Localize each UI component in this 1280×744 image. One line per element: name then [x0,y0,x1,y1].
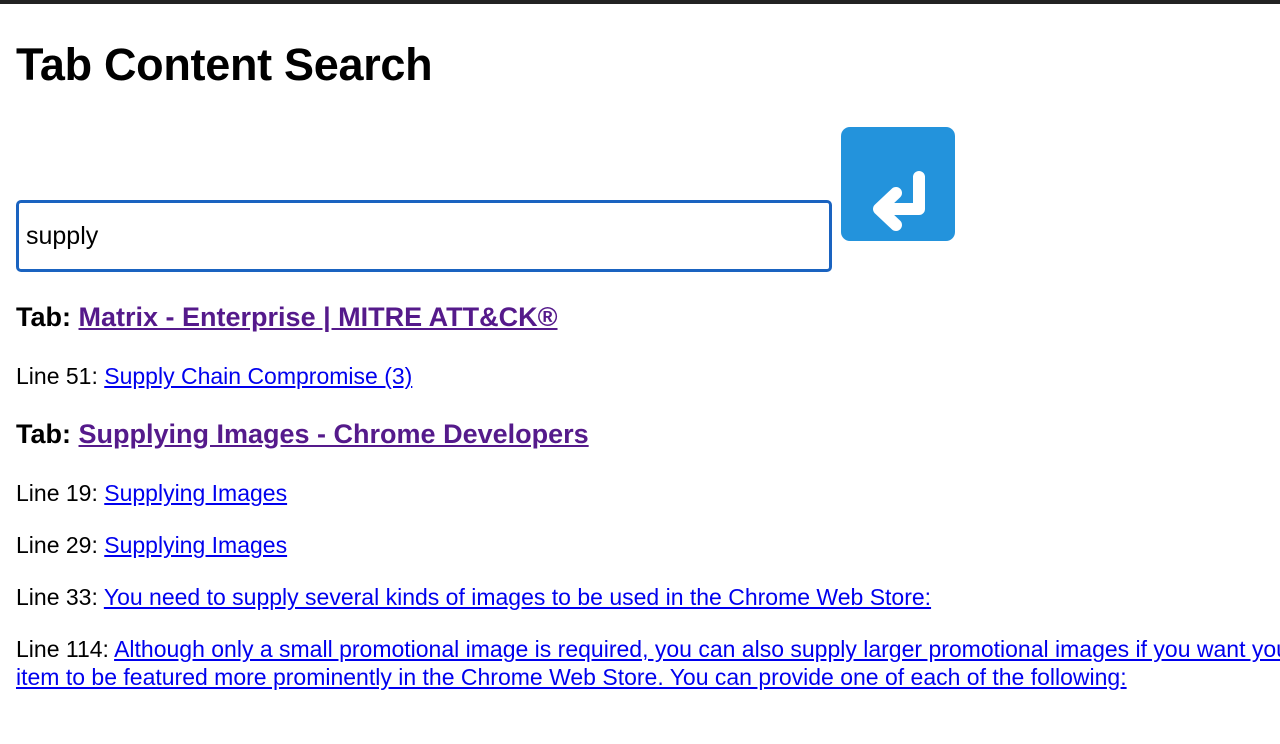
return-arrow-icon [873,171,925,231]
result-line: Line 19: Supplying Images [16,479,287,507]
search-submit-button[interactable] [841,127,955,241]
line-number-label: Line 33: [16,584,98,610]
tab-title-link[interactable]: Supplying Images - Chrome Developers [79,419,589,449]
result-line-link[interactable]: Although only a small promotional image … [16,636,1280,690]
line-number-label: Line 29: [16,532,98,558]
page-title: Tab Content Search [16,39,433,90]
page: Tab Content Search Tab: Matrix - Enterpr… [16,0,1280,744]
line-number-label: Line 114: [16,636,109,662]
tab-prefix: Tab: [16,419,71,449]
result-line: Line 114: Although only a small promotio… [16,635,1280,691]
line-number-label: Line 19: [16,480,98,506]
result-line-link[interactable]: You need to supply several kinds of imag… [104,584,931,610]
result-line: Line 51: Supply Chain Compromise (3) [16,362,412,390]
result-line: Line 33: You need to supply several kind… [16,583,931,611]
result-line-link[interactable]: Supplying Images [104,480,287,506]
tab-prefix: Tab: [16,302,71,332]
tab-title-link[interactable]: Matrix - Enterprise | MITRE ATT&CK® [79,302,558,332]
result-line-link[interactable]: Supply Chain Compromise (3) [104,363,412,389]
tab-heading: Tab: Matrix - Enterprise | MITRE ATT&CK® [16,300,558,334]
result-line: Line 29: Supplying Images [16,531,287,559]
line-number-label: Line 51: [16,363,98,389]
result-line-link[interactable]: Supplying Images [104,532,287,558]
search-input[interactable] [16,200,832,272]
tab-heading: Tab: Supplying Images - Chrome Developer… [16,417,589,451]
